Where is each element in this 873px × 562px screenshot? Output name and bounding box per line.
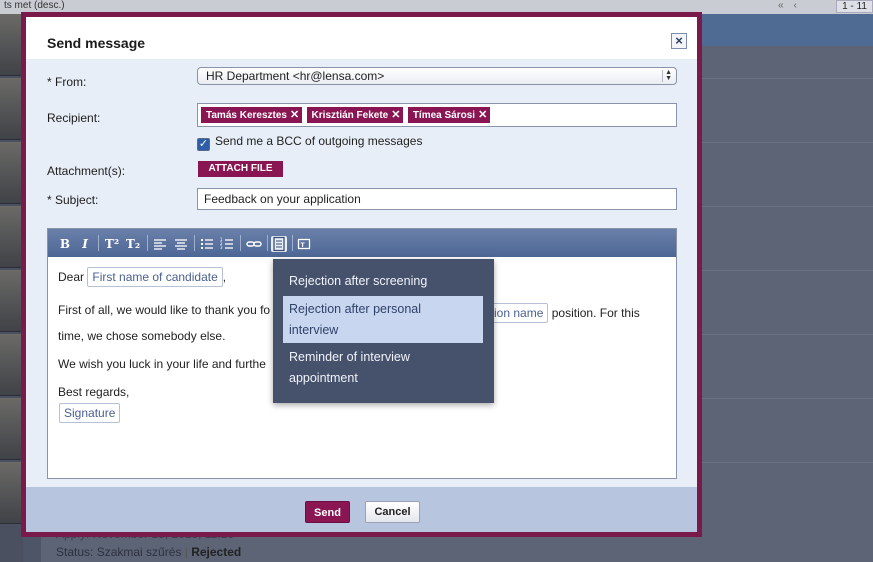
first-name-placeholder[interactable]: First name of candidate [87,267,223,287]
subject-label: * Subject: [47,193,99,207]
updown-arrows-icon: ▲ ▼ [662,69,672,82]
avatar [0,14,23,76]
avatar [0,334,23,396]
background-status-label: Status: Szakmai szűrés [56,545,182,559]
from-select[interactable]: HR Department <hr@lensa.com> ▲ ▼ [197,67,677,85]
template-option-line: interview [289,323,339,337]
greeting-comma: , [222,270,227,284]
toolbar-separator [194,235,195,251]
send-message-dialog: Send message × * From: HR Department <hr… [21,12,702,537]
avatar [0,142,23,204]
signature-placeholder[interactable]: Signature [59,403,121,423]
dialog-header: Send message × [26,17,697,59]
template-option-line: Reminder of interview [289,350,410,364]
recipient-chip: Tamás Keresztes ✕ [201,107,303,123]
body-line: We wish you luck in your life and furthe [58,357,266,371]
template-option[interactable]: Rejection after screening [283,268,483,295]
attachment-label: Attachment(s): [47,164,126,178]
superscript-button[interactable]: T² [104,236,120,252]
template-option-line: Rejection after personal [289,302,422,316]
recipient-chip: Krisztián Fekete ✕ [306,107,404,123]
body-text: First of all, we would like to thank you… [58,303,271,317]
toolbar-separator [147,235,148,251]
from-select-value: HR Department <hr@lensa.com> [206,69,385,83]
bcc-checkbox[interactable]: ✓ [197,138,210,151]
avatar [0,78,23,140]
body-line: First of all, we would like to thank you… [58,303,270,317]
greeting-line: Dear First name of candidate, [58,267,226,287]
template-option-line: appointment [289,371,358,385]
recipient-chip-label: Tímea Sárosi [412,110,476,121]
recipient-chip-label: Krisztián Fekete [311,110,389,121]
recipient-chip-label: Tamás Keresztes [206,110,287,121]
remove-recipient-icon[interactable]: ✕ [478,109,487,121]
background-sort-label: ts met (desc.) [4,0,65,11]
remove-recipient-icon[interactable]: ✕ [391,109,400,121]
from-label: * From: [47,75,87,89]
recipient-chip: Tímea Sárosi ✕ [407,107,491,123]
close-icon[interactable]: × [671,33,687,49]
avatar [0,206,23,268]
remove-recipient-icon[interactable]: ✕ [290,109,299,121]
template-icon[interactable] [271,236,287,252]
greeting-text: Dear [58,270,85,284]
bcc-label: Send me a BCC of outgoing messages [215,134,423,148]
subscript-button[interactable]: T₂ [125,236,141,252]
bullet-list-icon[interactable] [200,236,214,252]
bcc-option: ✓ Send me a BCC of outgoing messages [197,134,423,151]
body-line: time, we chose somebody else. [58,329,226,343]
body-line-end: sition name position. For this [478,303,640,323]
recipient-field[interactable]: Tamás Keresztes ✕ Krisztián Fekete ✕ Tímea… [197,103,677,127]
editor-toolbar: B I T² T₂ 123 T [48,229,676,257]
bold-button[interactable]: B [58,236,72,252]
recipient-label: Recipient: [47,111,101,125]
avatar [0,270,23,332]
template-dropdown: Rejection after screening Rejection afte… [273,259,494,403]
italic-button[interactable]: I [78,236,92,252]
placeholder-icon[interactable]: T [297,236,311,252]
background-status: Status: Szakmai szűrés | Rejected [56,545,242,559]
subject-input[interactable]: Feedback on your application [197,188,677,210]
template-option-highlighted[interactable]: Rejection after personal interview [283,296,483,343]
toolbar-separator [240,235,241,251]
dialog-footer: Send Cancel [26,487,697,532]
link-icon[interactable] [246,236,262,252]
svg-text:3: 3 [220,245,223,250]
background-avatar-rail [0,14,23,562]
numbered-list-icon[interactable]: 123 [220,236,234,252]
signature-line: Signature [59,403,121,423]
background-pager: 1 - 11 [836,0,873,13]
toolbar-separator [267,235,268,251]
closing-line: Best regards, [58,385,130,399]
toolbar-separator [98,235,99,251]
send-button[interactable]: Send [305,501,350,523]
avatar [0,462,23,524]
attach-file-button[interactable]: ATTACH FILE [198,161,283,177]
background-header-band [697,14,873,46]
avatar [0,398,23,460]
toolbar-separator [292,235,293,251]
background-pager-arrows: «‹ [778,0,807,11]
template-option[interactable]: Reminder of interview appointment [283,344,483,392]
background-status-value: Rejected [191,545,242,559]
align-center-icon[interactable] [174,236,188,252]
dialog-title: Send message [47,35,146,51]
body-text: position. For this [551,306,640,320]
align-left-icon[interactable] [153,236,167,252]
cancel-button[interactable]: Cancel [365,501,420,523]
